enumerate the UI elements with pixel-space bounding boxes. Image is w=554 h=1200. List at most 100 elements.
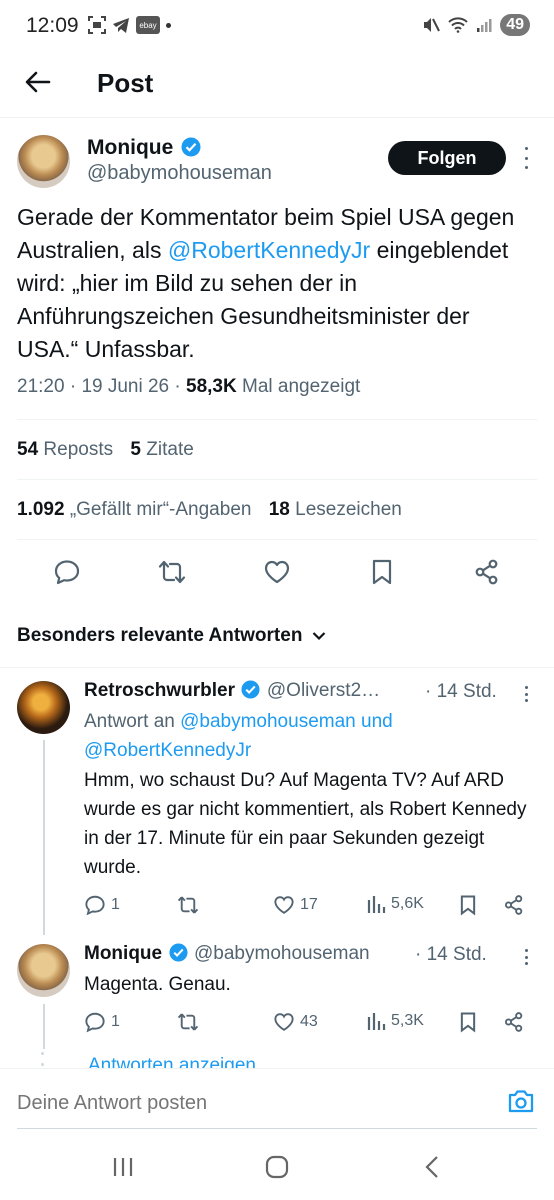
repost-icon	[177, 896, 199, 914]
reposts-label[interactable]: Reposts	[43, 439, 113, 460]
quotes-label[interactable]: Zitate	[146, 439, 194, 460]
camera-icon	[508, 1090, 534, 1113]
share-icon	[475, 559, 498, 585]
comment-icon	[54, 560, 79, 585]
thread-dots	[41, 1052, 45, 1066]
reply-bookmark-button[interactable]	[458, 1011, 478, 1033]
reply-views-button[interactable]: 5,3K	[366, 1011, 424, 1031]
post-views-label: Mal angezeigt	[242, 376, 361, 397]
reply-views-button[interactable]: 5,6K	[366, 894, 424, 914]
reply-input-underline	[17, 1128, 537, 1129]
chevron-left-icon	[425, 1156, 438, 1178]
post-action-bar	[0, 556, 554, 588]
reply-input[interactable]	[17, 1092, 437, 1115]
divider	[17, 539, 537, 540]
reply-author-handle[interactable]: @babymohouseman	[194, 943, 370, 964]
reply-avatar[interactable]	[17, 681, 70, 734]
reply-text: Hmm, wo schaust Du? Auf Magenta TV? Auf …	[84, 770, 527, 878]
post-more-options-icon[interactable]	[521, 147, 531, 169]
like-button[interactable]	[247, 556, 307, 588]
thread-line	[43, 1004, 45, 1049]
share-button[interactable]	[457, 556, 517, 588]
home-icon	[265, 1155, 289, 1179]
heart-icon	[264, 560, 290, 584]
share-icon	[504, 1012, 523, 1032]
reply-button[interactable]	[37, 556, 97, 588]
reply-avatar[interactable]	[17, 944, 70, 997]
reply-to-line: Antwort an @babymohouseman und @RobertKe…	[84, 707, 524, 765]
post-text: Gerade der Kommentator beim Spiel USA ge…	[17, 201, 537, 366]
add-photo-button[interactable]	[507, 1088, 535, 1114]
share-icon	[504, 895, 523, 915]
reply-views-count: 5,3K	[391, 1012, 424, 1029]
follow-button[interactable]: Folgen	[388, 141, 506, 175]
bookmark-icon	[373, 559, 392, 585]
status-time: 12:09	[26, 14, 79, 37]
reply-reply-count: 1	[111, 896, 120, 913]
status-notification-icons: ebay	[88, 16, 171, 34]
verified-badge-icon	[169, 943, 188, 962]
reply-repost-button[interactable]	[176, 1011, 200, 1033]
divider	[0, 667, 554, 668]
reply-to-label: Antwort an	[84, 711, 175, 732]
reply-more-options-icon[interactable]	[521, 949, 531, 965]
reply-like-count: 17	[300, 896, 318, 913]
reply-to-mention[interactable]: @babymohouseman	[180, 711, 356, 732]
post-mention-link[interactable]: @RobertKennedyJr	[168, 237, 370, 263]
arrow-left-icon	[25, 71, 51, 93]
replies-sort-dropdown[interactable]: Besonders relevante Antworten	[17, 625, 326, 647]
post-date[interactable]: 19 Juni 26	[81, 376, 169, 397]
mute-icon	[424, 18, 441, 32]
reply-like-button[interactable]: 17	[273, 894, 318, 916]
bookmark-button[interactable]	[352, 556, 412, 588]
likes-label[interactable]: „Gefällt mir“-Angaben	[70, 499, 252, 520]
sort-label: Besonders relevante Antworten	[17, 625, 303, 646]
reply-bookmark-button[interactable]	[458, 894, 478, 916]
show-replies-link[interactable]: Antworten anzeigen	[88, 1052, 256, 1068]
post-meta: 21:20 · 19 Juni 26 · 58,3K Mal angezeigt	[17, 376, 361, 397]
repost-button[interactable]	[142, 556, 202, 588]
verified-badge-icon	[241, 680, 260, 699]
quotes-count[interactable]: 5	[130, 439, 141, 460]
reply-more-options-icon[interactable]	[521, 686, 531, 702]
reply-author-name[interactable]: Retroschwurbler	[84, 680, 235, 701]
back-button[interactable]	[22, 66, 54, 98]
telegram-icon	[113, 18, 129, 33]
bookmark-icon	[460, 895, 476, 916]
home-button[interactable]	[265, 1155, 289, 1179]
views-chart-icon	[367, 896, 386, 913]
likes-count[interactable]: 1.092	[17, 499, 65, 520]
reply-views-count: 5,6K	[391, 895, 424, 912]
reply-time: · 14 Std.	[415, 944, 487, 965]
signal-icon	[477, 19, 492, 32]
reply-share-button[interactable]	[503, 894, 525, 916]
reply-to-mention[interactable]: @RobertKennedyJr	[84, 740, 251, 761]
reply-author-name[interactable]: Monique	[84, 943, 162, 964]
wifi-icon	[448, 17, 468, 33]
reply-header: Retroschwurbler @Oliverst2…	[84, 680, 380, 702]
heart-icon	[274, 896, 294, 914]
reply-like-button[interactable]: 43	[273, 1011, 318, 1033]
reposts-quotes-row: 54 Reposts 5 Zitate	[17, 439, 206, 461]
bookmarks-count[interactable]: 18	[269, 499, 290, 520]
author-handle[interactable]: @babymohouseman	[87, 162, 272, 185]
reply-reply-button[interactable]: 1	[84, 1011, 120, 1033]
reply-repost-button[interactable]	[176, 894, 200, 916]
reply-like-count: 43	[300, 1013, 318, 1030]
reply-reply-button[interactable]: 1	[84, 894, 120, 916]
back-nav-button[interactable]	[424, 1155, 440, 1179]
reply-time: · 14 Std.	[425, 681, 497, 702]
reposts-count[interactable]: 54	[17, 439, 38, 460]
android-navigation-bar	[0, 1135, 554, 1200]
likes-bookmarks-row: 1.092 „Gefällt mir“-Angaben 18 Lesezeich…	[17, 499, 414, 521]
recent-apps-button[interactable]	[112, 1157, 134, 1177]
comment-icon	[85, 895, 105, 916]
author-avatar[interactable]	[17, 135, 70, 188]
author-name-row[interactable]: Monique	[87, 136, 201, 160]
reply-share-button[interactable]	[503, 1011, 525, 1033]
reply-author-handle[interactable]: @Oliverst2…	[267, 680, 380, 701]
heart-icon	[274, 1013, 294, 1031]
header-divider	[0, 117, 554, 118]
post-time[interactable]: 21:20	[17, 376, 65, 397]
bookmarks-label[interactable]: Lesezeichen	[295, 499, 402, 520]
